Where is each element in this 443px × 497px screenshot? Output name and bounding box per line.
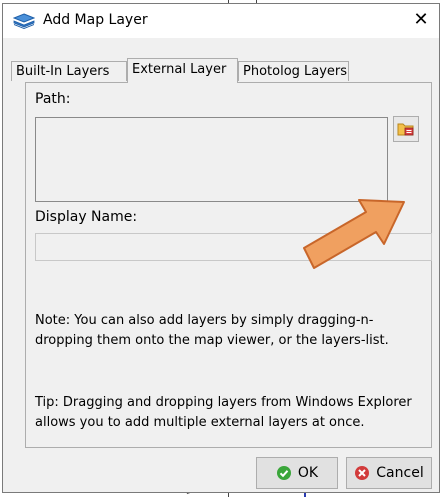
ok-button[interactable]: OK xyxy=(256,457,338,489)
browse-button[interactable] xyxy=(393,116,419,142)
title-bar[interactable]: Add Map Layer ✕ xyxy=(3,4,439,38)
tab-built-in-layers[interactable]: Built-In Layers xyxy=(11,61,127,81)
close-icon: ✕ xyxy=(413,9,429,30)
map-layers-icon xyxy=(13,13,35,29)
add-map-layer-dialog: Add Map Layer ✕ Built-In Layers External… xyxy=(2,3,440,493)
note-text: Note: You can also add layers by simply … xyxy=(35,313,389,348)
cancel-button[interactable]: Cancel xyxy=(346,457,432,489)
screen: Add Map Layer ✕ Built-In Layers External… xyxy=(0,0,443,497)
external-layer-panel: Path: Display Name: Note: You can also a… xyxy=(25,82,432,448)
ok-label: OK xyxy=(297,465,319,481)
cancel-label: Cancel xyxy=(376,465,424,481)
tip-text: Tip: Dragging and dropping layers from W… xyxy=(35,395,412,430)
tab-external-layer[interactable]: External Layer xyxy=(127,58,238,83)
display-name-label: Display Name: xyxy=(35,209,138,225)
close-button[interactable]: ✕ xyxy=(409,8,433,32)
path-label: Path: xyxy=(35,91,71,107)
tab-photolog-layers[interactable]: Photolog Layers xyxy=(238,61,349,81)
check-icon xyxy=(276,466,291,480)
dialog-title: Add Map Layer xyxy=(43,12,148,28)
cancel-x-icon xyxy=(355,466,370,480)
folder-browse-icon xyxy=(397,123,414,136)
pointer-arrow-annotation xyxy=(303,199,405,269)
